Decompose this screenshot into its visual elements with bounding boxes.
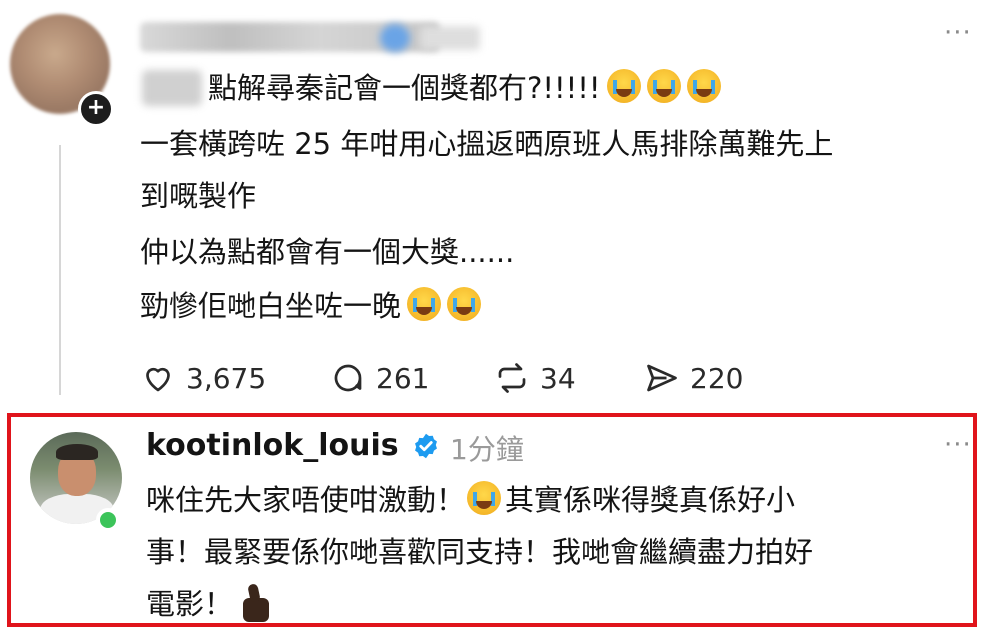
mention-blurred[interactable] [142,70,202,106]
reply-text-line: 咪住先大家唔使咁激動！ 其實係咪得獎真係好小 [146,480,795,520]
post-text: 一套橫跨咗 25 年咁用心搵返晒原班人馬排除萬難先上 [140,127,834,161]
comment-button[interactable]: 261 [330,360,429,396]
verified-icon [380,24,410,52]
thread-line [59,145,61,395]
crying-emoji [447,287,482,321]
heart-icon [146,367,170,392]
reply-timestamp: 1分鐘 [450,433,524,466]
repost-button[interactable]: 34 [494,360,576,396]
comment-icon [334,364,362,392]
like-count: 3,675 [186,361,267,395]
post-text: 到嘅製作 [140,179,257,213]
like-button[interactable]: 3,675 [140,360,266,396]
stats-bar: 3,675 261 34 220 [0,360,1000,400]
post-text-line: 點解尋秦記會一個獎都冇?!!!!! [208,68,721,108]
post-text-line: 勁慘佢哋白坐咗一晚 [140,286,482,326]
post-text: 仲以為點都會有一個大獎...... [140,235,515,269]
reply-text: 其實係咪得獎真係好小 [505,483,796,517]
plus-icon[interactable]: + [78,91,114,127]
reply-text: 事！最緊要係你哋喜歡同支持！我哋會繼續盡力拍好 [146,535,814,569]
timestamp-blurred [420,26,480,50]
crying-emoji [646,69,681,103]
share-button[interactable]: 220 [644,360,743,396]
avatar-hair [56,444,98,460]
online-indicator [96,508,120,532]
crying-emoji [606,69,641,103]
reply-text-line: 電影！ [146,584,273,624]
share-count: 220 [690,361,744,395]
more-options-button[interactable]: ··· [944,18,972,48]
comment-count: 261 [376,361,430,395]
post-text: 勁慘佢哋白坐咗一晚 [140,289,402,323]
thumbs-up-emoji [243,584,273,622]
more-options-button[interactable]: ··· [944,430,972,460]
laughing-emoji [467,481,502,515]
reply-text: 電影！ [146,587,234,621]
crying-emoji [686,69,721,103]
reply-text: 咪住先大家唔使咁激動！ [146,483,466,517]
repost-icon [498,363,526,393]
reply-username[interactable]: kootinlok_louis [146,428,399,463]
post-text: 點解尋秦記會一個獎都冇?!!!!! [208,71,601,105]
repost-count: 34 [540,361,576,395]
verified-icon [415,433,437,459]
crying-emoji [407,287,442,321]
share-icon [647,364,677,392]
